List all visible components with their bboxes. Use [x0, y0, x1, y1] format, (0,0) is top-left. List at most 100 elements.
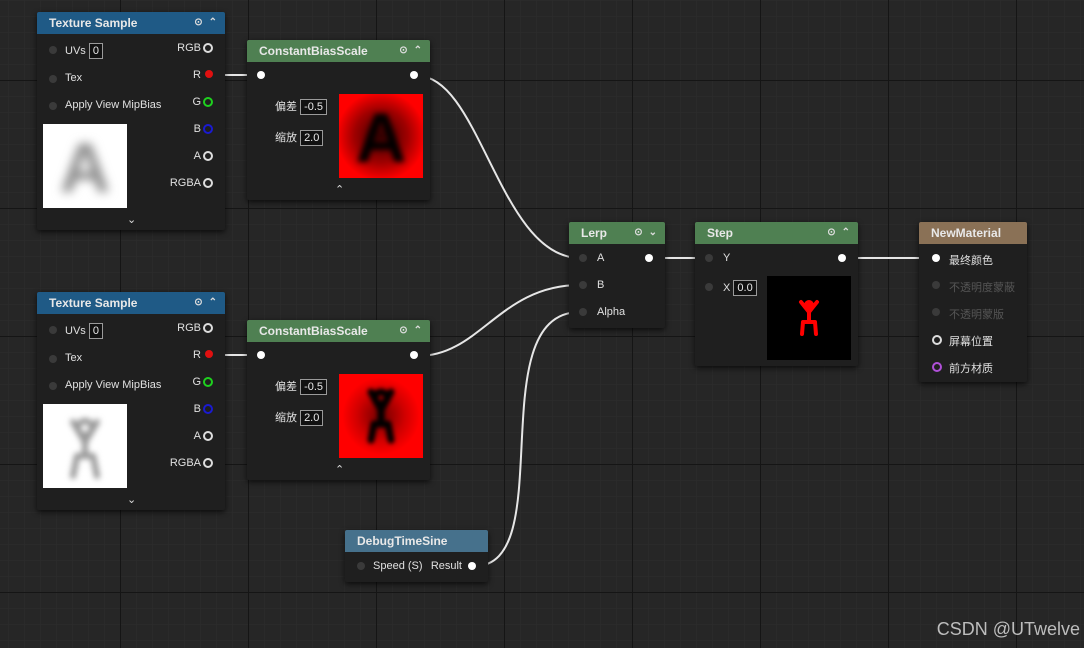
- input-pin[interactable]: [257, 71, 265, 79]
- node-header[interactable]: ConstantBiasScale ⊙ ⌃: [247, 320, 430, 342]
- node-header[interactable]: Texture Sample ⊙ ⌃: [37, 292, 225, 314]
- figure-glyph-icon: [70, 418, 100, 479]
- r-output-pin[interactable]: [205, 70, 213, 78]
- uvs-value-field[interactable]: 0: [88, 323, 103, 339]
- step-y-input-pin[interactable]: [705, 254, 713, 262]
- g-output-label: G: [192, 96, 201, 108]
- step-preview: [767, 276, 851, 360]
- r-output-label: R: [193, 349, 201, 361]
- mipbias-input-pin[interactable]: [49, 102, 57, 110]
- node-title: DebugTimeSine: [357, 534, 448, 548]
- preview-toggle-icon[interactable]: ⊙: [399, 325, 407, 336]
- a-output-pin[interactable]: [203, 431, 213, 441]
- lerp-output-pin[interactable]: [645, 254, 653, 262]
- preview-toggle-icon[interactable]: ⊙: [634, 227, 642, 238]
- uvs-value-field[interactable]: 0: [88, 43, 103, 59]
- collapse-icon[interactable]: ⌃: [414, 45, 422, 56]
- bias-value-field[interactable]: -0.5: [300, 379, 328, 395]
- collapse-icon[interactable]: ⌃: [209, 297, 217, 308]
- screen-position-label: 屏幕位置: [949, 336, 993, 348]
- lerp-alpha-label: Alpha: [597, 306, 626, 318]
- rgb-output-label: RGB: [177, 42, 201, 54]
- opacity-label: 不透明度蒙蔽: [949, 282, 1015, 294]
- node-header[interactable]: DebugTimeSine: [345, 530, 488, 552]
- bias-value-field[interactable]: -0.5: [300, 99, 328, 115]
- node-title: Step: [707, 226, 734, 240]
- uvs-input-pin[interactable]: [49, 46, 57, 54]
- b-output-pin[interactable]: [203, 124, 213, 134]
- node-title: Texture Sample: [49, 296, 138, 310]
- step-output-pin[interactable]: [838, 254, 846, 262]
- scale-value-field[interactable]: 2.0: [300, 410, 324, 426]
- preview-toggle-icon[interactable]: ⊙: [827, 227, 835, 238]
- tex-input-pin[interactable]: [49, 355, 57, 363]
- opacity-pin[interactable]: [932, 281, 940, 289]
- b-output-label: B: [193, 403, 201, 415]
- b-output-pin[interactable]: [203, 404, 213, 414]
- a-output-label: A: [193, 430, 201, 442]
- a-output-pin[interactable]: [203, 151, 213, 161]
- r-output-pin[interactable]: [205, 350, 213, 358]
- speed-label: Speed (S): [373, 560, 423, 572]
- figure-glyph-icon: [367, 388, 395, 444]
- expand-chevron-icon[interactable]: ⌄: [127, 493, 136, 506]
- rgba-output-pin[interactable]: [203, 178, 213, 188]
- collapse-preview-chevron-icon[interactable]: ⌃: [335, 183, 344, 196]
- step-x-value-field[interactable]: 0.0: [733, 280, 757, 296]
- opacity-mask-label: 不透明蒙版: [949, 309, 1004, 321]
- output-pin[interactable]: [410, 351, 418, 359]
- g-output-pin[interactable]: [203, 97, 213, 107]
- lerp-b-input-pin[interactable]: [579, 281, 587, 289]
- bias-scale-preview: A: [339, 94, 423, 178]
- preview-letter-a: A: [59, 129, 111, 207]
- node-title: Lerp: [581, 226, 608, 240]
- rgb-output-pin[interactable]: [203, 43, 213, 53]
- scale-label: 缩放: [275, 132, 297, 144]
- mipbias-input-pin[interactable]: [49, 382, 57, 390]
- step-y-label: Y: [723, 252, 731, 264]
- step-x-input-pin[interactable]: [705, 283, 713, 291]
- constant-bias-scale-node-2[interactable]: ConstantBiasScale ⊙ ⌃ 偏差 -0.5 缩放 2.0 ⌃: [247, 320, 430, 480]
- lerp-alpha-input-pin[interactable]: [579, 308, 587, 316]
- collapse-icon[interactable]: ⌃: [842, 227, 850, 238]
- node-header[interactable]: ConstantBiasScale ⊙ ⌃: [247, 40, 430, 62]
- node-title: NewMaterial: [931, 226, 1002, 240]
- node-header[interactable]: Lerp ⊙ ⌄: [569, 222, 665, 244]
- collapse-preview-chevron-icon[interactable]: ⌃: [335, 463, 344, 476]
- front-material-pin[interactable]: [932, 362, 942, 372]
- lerp-a-input-pin[interactable]: [579, 254, 587, 262]
- constant-bias-scale-node-1[interactable]: ConstantBiasScale ⊙ ⌃ 偏差 -0.5 缩放 2.0 A ⌃: [247, 40, 430, 200]
- result-output-pin[interactable]: [468, 562, 476, 570]
- rgb-output-pin[interactable]: [203, 323, 213, 333]
- node-header[interactable]: NewMaterial: [919, 222, 1027, 244]
- debug-time-sine-node[interactable]: DebugTimeSine Speed (S) Result: [345, 530, 488, 582]
- tex-input-pin[interactable]: [49, 75, 57, 83]
- node-header[interactable]: Texture Sample ⊙ ⌃: [37, 12, 225, 34]
- node-header[interactable]: Step ⊙ ⌃: [695, 222, 858, 244]
- step-node[interactable]: Step ⊙ ⌃ Y X 0.0: [695, 222, 858, 366]
- collapse-icon[interactable]: ⌃: [414, 325, 422, 336]
- screen-position-pin[interactable]: [932, 335, 942, 345]
- b-output-label: B: [193, 123, 201, 135]
- scale-value-field[interactable]: 2.0: [300, 130, 324, 146]
- input-pin[interactable]: [257, 351, 265, 359]
- lerp-node[interactable]: Lerp ⊙ ⌄ A B Alpha: [569, 222, 665, 328]
- result-label: Result: [430, 560, 462, 572]
- collapse-icon[interactable]: ⌃: [209, 17, 217, 28]
- speed-input-pin[interactable]: [357, 562, 365, 570]
- output-pin[interactable]: [410, 71, 418, 79]
- preview-toggle-icon[interactable]: ⊙: [194, 17, 202, 28]
- texture-sample-node-2[interactable]: Texture Sample ⊙ ⌃ UVs 0 Tex Apply View M…: [37, 292, 225, 510]
- preview-toggle-icon[interactable]: ⊙: [194, 297, 202, 308]
- final-color-pin[interactable]: [932, 254, 940, 262]
- expand-chevron-icon[interactable]: ⌄: [127, 213, 136, 226]
- opacity-mask-pin[interactable]: [932, 308, 940, 316]
- collapse-icon[interactable]: ⌄: [649, 227, 657, 238]
- figure-glyph-icon: [799, 300, 819, 336]
- preview-toggle-icon[interactable]: ⊙: [399, 45, 407, 56]
- rgba-output-pin[interactable]: [203, 458, 213, 468]
- g-output-pin[interactable]: [203, 377, 213, 387]
- material-output-node[interactable]: NewMaterial 最终颜色 不透明度蒙蔽 不透明蒙版 屏幕位置 前方材质: [919, 222, 1027, 382]
- uvs-input-pin[interactable]: [49, 326, 57, 334]
- texture-sample-node-1[interactable]: Texture Sample ⊙ ⌃ UVs 0 Tex Apply View M…: [37, 12, 225, 230]
